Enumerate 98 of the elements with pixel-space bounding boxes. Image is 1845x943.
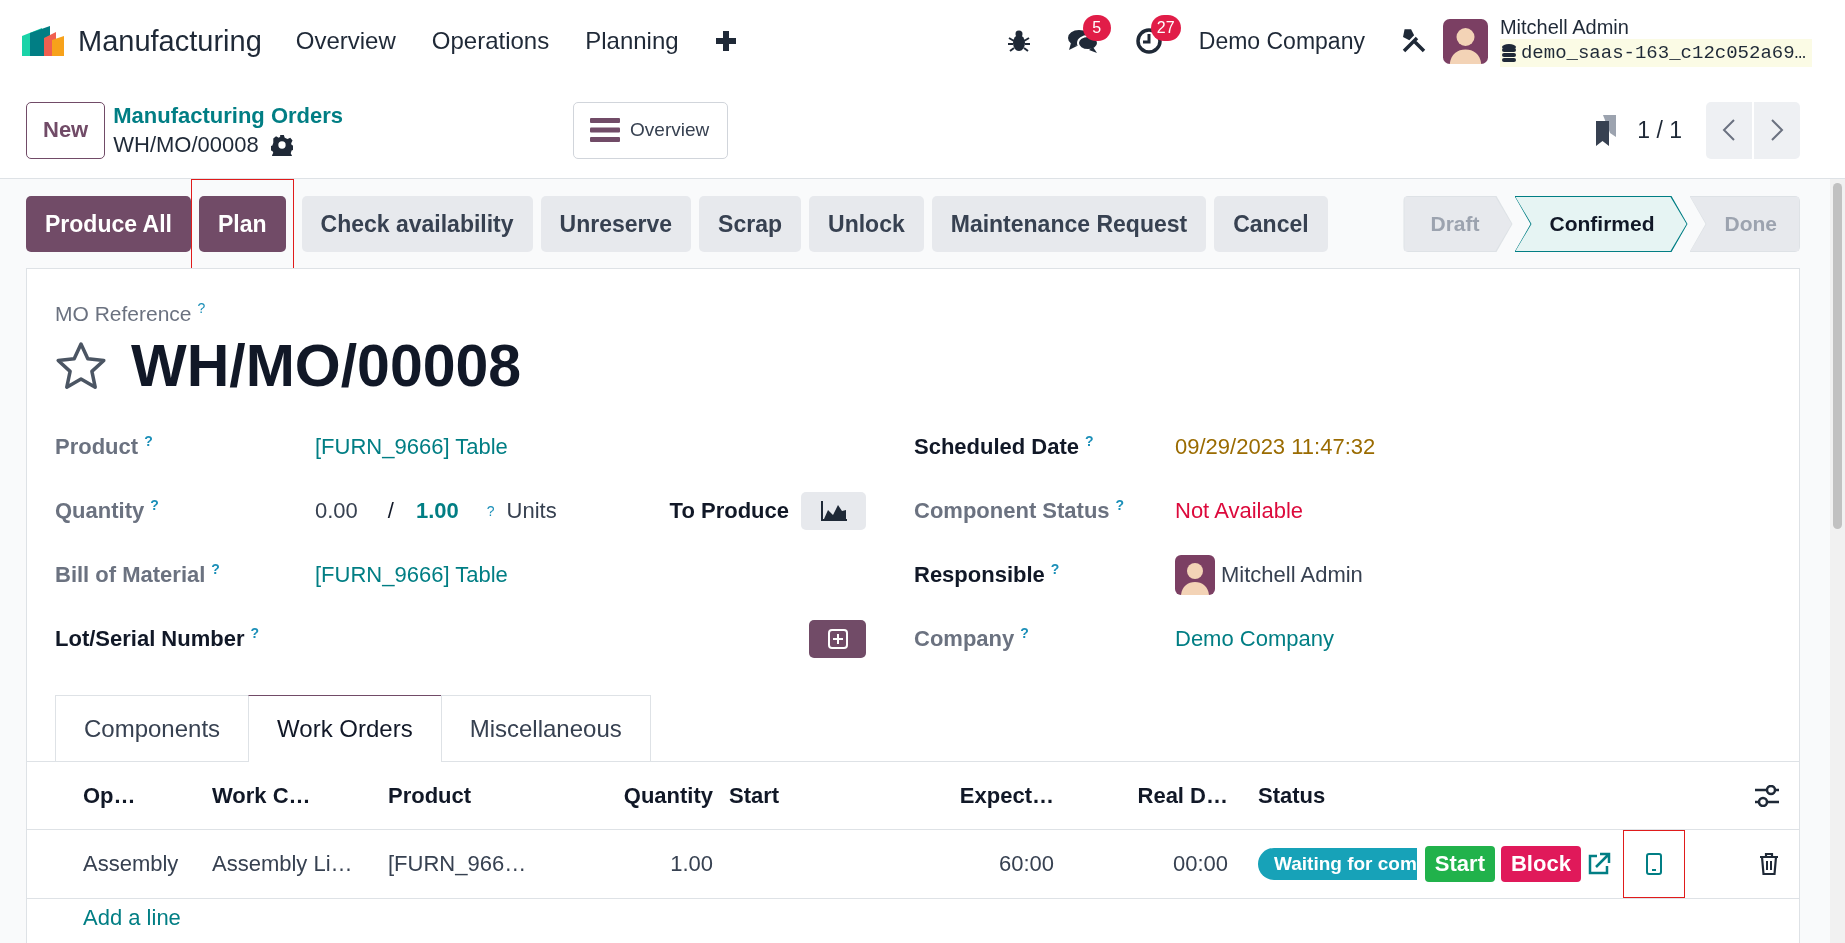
database-name: demo_saas-163_c12c052a69… — [1499, 39, 1812, 67]
help-mark[interactable]: ? — [1115, 497, 1125, 514]
table-cell-text: 00:00 — [1171, 851, 1228, 877]
count-badge: 27 — [1150, 15, 1181, 41]
field-value: Not Available — [1175, 498, 1303, 524]
add-button[interactable] — [809, 620, 866, 658]
area-chart-icon — [820, 501, 847, 521]
logo-icon[interactable] — [20, 24, 66, 58]
tab[interactable]: Miscellaneous — [440, 695, 651, 761]
tools-icon[interactable] — [1400, 28, 1427, 54]
table-cell-text: 1.00 — [669, 851, 713, 877]
action-button[interactable]: Produce All — [26, 196, 191, 252]
app-name[interactable]: Manufacturing — [78, 24, 262, 58]
field-label: Component Status — [914, 498, 1110, 524]
scrollbar[interactable] — [1830, 179, 1845, 943]
pager-value[interactable]: 1 / 1 — [1637, 116, 1682, 144]
user-name[interactable]: Mitchell Admin — [1499, 15, 1812, 39]
field-link[interactable]: Demo Company — [1175, 626, 1334, 652]
plus-square-icon — [827, 629, 848, 649]
action-button[interactable]: Unreserve — [540, 196, 692, 252]
unit-label: Units — [506, 498, 557, 524]
next-button[interactable] — [1754, 101, 1800, 159]
column-header[interactable]: Work C… — [212, 782, 388, 809]
bug-icon[interactable] — [1006, 29, 1031, 53]
chevron-right-icon — [1770, 118, 1784, 142]
column-header[interactable]: Op… — [83, 782, 212, 809]
help-mark[interactable]: ? — [197, 300, 206, 316]
help-mark[interactable]: ? — [211, 561, 220, 578]
column-header[interactable]: Real D… — [1054, 782, 1228, 809]
field-label: Lot/Serial Number — [55, 626, 245, 652]
plus-icon[interactable] — [714, 30, 737, 52]
help-mark[interactable]: ? — [1085, 433, 1094, 450]
action-button[interactable]: Scrap — [699, 196, 802, 252]
field-label: MO Reference — [55, 302, 192, 325]
field-value[interactable]: 0.00 — [315, 498, 358, 524]
company-switcher[interactable]: Demo Company — [1198, 27, 1365, 55]
field-label: Quantity — [55, 498, 145, 524]
column-header[interactable]: Status — [1258, 782, 1326, 809]
field-label: To Produce — [669, 498, 789, 524]
help-mark[interactable]: ? — [150, 497, 159, 514]
field-value[interactable]: 1.00 — [415, 498, 459, 524]
field-link[interactable]: [FURN_9666] Table — [315, 562, 508, 588]
menu-item[interactable]: Overview — [295, 27, 396, 55]
column-header[interactable]: Quantity — [593, 782, 713, 809]
separator-text: / — [387, 498, 394, 524]
help-mark[interactable]: ? — [486, 503, 495, 519]
tablet-icon[interactable] — [1645, 853, 1662, 875]
field-link[interactable]: [FURN_9666] Table — [315, 434, 508, 460]
menu-icon — [590, 118, 621, 142]
tab[interactable]: Components — [55, 695, 250, 761]
table-cell-text: 60:00 — [997, 851, 1054, 877]
external-link-icon[interactable] — [1586, 852, 1611, 876]
trash-icon[interactable] — [1759, 853, 1779, 875]
table-cell-text: Assembly Li… — [212, 851, 354, 877]
breadcrumb-link[interactable]: Manufacturing Orders — [113, 102, 344, 129]
table-cell-text: Assembly — [83, 851, 180, 877]
status-badge: Waiting for com — [1258, 848, 1417, 880]
action-button[interactable]: Check availability — [301, 196, 533, 252]
action-button[interactable]: Unlock — [809, 196, 924, 252]
sliders-icon[interactable] — [1755, 784, 1779, 807]
column-header[interactable]: Product — [388, 782, 593, 809]
action-button[interactable]: Cancel — [1214, 196, 1328, 252]
help-mark[interactable]: ? — [1050, 561, 1060, 578]
field-label: Product — [55, 434, 139, 460]
view-switch-button[interactable]: Overview — [573, 101, 729, 159]
field-label: Responsible — [914, 562, 1045, 588]
column-header[interactable]: Start — [713, 782, 927, 809]
menu-item[interactable]: Operations — [431, 27, 550, 55]
forecast-button[interactable] — [801, 492, 866, 530]
add-line-link[interactable]: Add a line — [83, 905, 181, 930]
previous-button[interactable] — [1706, 101, 1752, 159]
help-mark[interactable]: ? — [1020, 625, 1029, 642]
chevron-left-icon — [1722, 118, 1736, 142]
star-icon[interactable] — [55, 341, 107, 391]
record-name: WH/MO/00008 — [113, 131, 259, 158]
action-button[interactable]: Maintenance Request — [931, 196, 1207, 252]
field-label: Bill of Material — [55, 562, 206, 588]
gear-icon[interactable] — [270, 133, 293, 156]
avatar-icon — [1175, 555, 1215, 595]
tab[interactable]: Work Orders — [248, 695, 442, 762]
table-cell-text: [FURN_966… — [388, 851, 528, 877]
help-mark[interactable]: ? — [250, 625, 260, 642]
count-badge: 5 — [1082, 15, 1111, 41]
column-header[interactable]: Expect… — [927, 782, 1054, 809]
field-label: Scheduled Date — [914, 434, 1080, 460]
action-button[interactable]: Plan — [198, 196, 286, 252]
menu-item[interactable]: Planning — [585, 27, 679, 55]
field-value[interactable]: 09/29/2023 11:47:32 — [1175, 434, 1376, 460]
status-step[interactable]: Confirmed — [1514, 196, 1688, 252]
database-icon — [1501, 44, 1516, 62]
record-title: WH/MO/00008 — [131, 332, 522, 400]
row-action-button[interactable]: Block — [1500, 846, 1581, 882]
help-mark[interactable]: ? — [144, 433, 153, 450]
bookmarks-icon[interactable] — [1595, 113, 1618, 147]
avatar-icon — [1442, 18, 1488, 64]
field-label: Company — [914, 626, 1015, 652]
new-button[interactable]: New — [26, 101, 106, 159]
field-value[interactable]: Mitchell Admin — [1221, 562, 1363, 588]
